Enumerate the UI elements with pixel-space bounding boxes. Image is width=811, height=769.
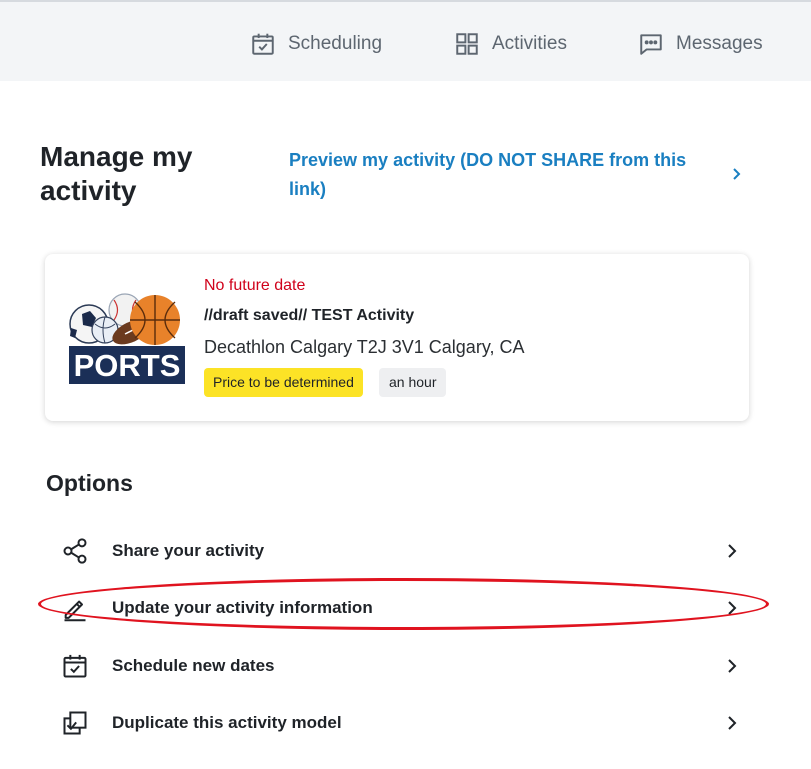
nav-messages[interactable]: Messages: [638, 29, 763, 59]
calendar-check-icon: [63, 654, 87, 678]
nav-scheduling[interactable]: Scheduling: [250, 29, 382, 59]
duration-badge: an hour: [379, 368, 447, 397]
date-status: No future date: [204, 277, 306, 294]
chevron-right-icon: [728, 659, 737, 673]
page: Scheduling Activities Messages Manage my…: [0, 0, 811, 769]
chevron-right-icon: [728, 544, 737, 558]
activity-name: //draft saved// TEST Activity: [204, 307, 415, 324]
nav-activities-label: Activities: [492, 33, 567, 54]
nav-activities[interactable]: Activities: [454, 29, 567, 59]
chevron-right-icon: [728, 716, 737, 730]
option-label: Update your activity information: [112, 598, 373, 617]
chevron-right-icon: [728, 601, 737, 615]
activity-location: Decathlon Calgary T2J 3V1 Calgary, CA: [204, 337, 525, 357]
duplicate-icon: [63, 711, 87, 735]
activity-card[interactable]: PORTS No future date //draft saved// TES…: [45, 254, 749, 421]
message-icon: [640, 34, 662, 55]
grid-icon: [456, 33, 478, 55]
options-title: Options: [46, 470, 133, 496]
thumbnail-text: PORTS: [74, 348, 181, 383]
option-share-activity[interactable]: Share your activity: [60, 529, 750, 573]
option-label: Share your activity: [112, 541, 265, 560]
top-nav: Scheduling Activities Messages: [0, 0, 811, 81]
option-label: Duplicate this activity model: [112, 713, 342, 732]
option-label: Schedule new dates: [112, 656, 275, 675]
share-icon: [63, 538, 87, 564]
nav-scheduling-label: Scheduling: [288, 33, 383, 54]
sports-thumbnail: PORTS: [69, 290, 185, 386]
page-title: Manage my activity: [40, 141, 193, 206]
pencil-icon: [64, 600, 86, 622]
chevron-right-icon[interactable]: [727, 164, 745, 184]
nav-messages-label: Messages: [676, 33, 763, 54]
price-badge: Price to be determined: [204, 368, 363, 397]
option-update-activity-information[interactable]: Update your activity information: [60, 586, 750, 630]
option-duplicate-activity-model[interactable]: Duplicate this activity model: [60, 701, 750, 745]
preview-activity-link[interactable]: Preview my activity (DO NOT SHARE from t…: [289, 146, 709, 204]
calendar-check-icon: [252, 33, 274, 55]
option-schedule-new-dates[interactable]: Schedule new dates: [60, 644, 750, 688]
